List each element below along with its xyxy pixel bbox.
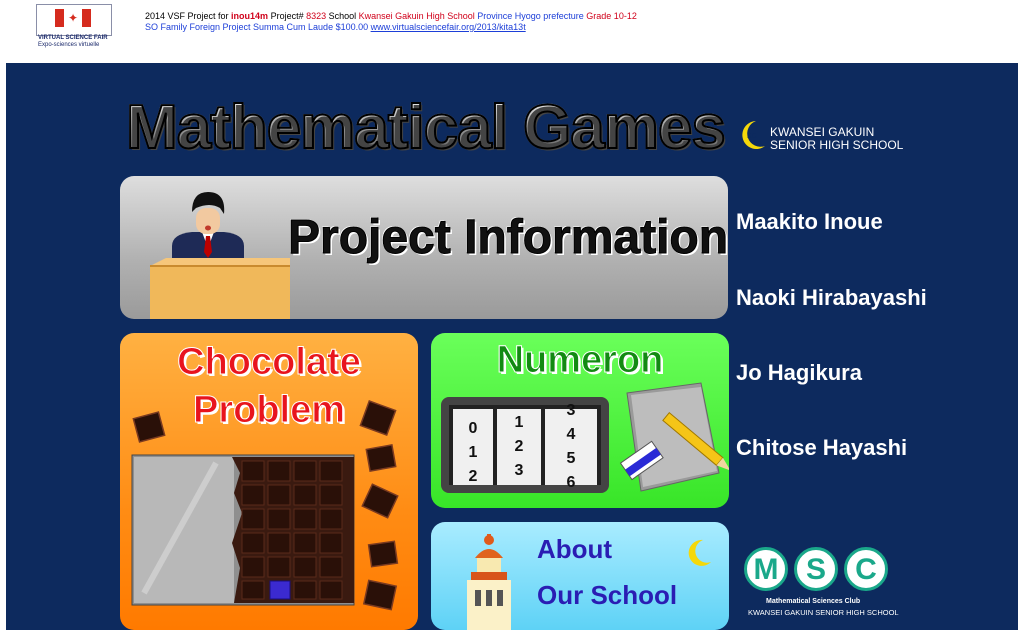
dial1-digit-2: 2 [469,468,478,485]
page-title: Mathematical Games [125,92,727,163]
number-dial-icon: 0 1 2 1 2 3 3 4 5 6 [441,382,729,493]
club-letter-m: M [744,547,788,591]
chocolate-bar-icon [131,400,399,611]
school-name: Kwansei Gakuin High School [358,11,475,21]
presenter-at-podium-icon [150,192,290,319]
header-line-1: 2014 VSF Project for inou14m Project# 83… [145,11,637,21]
about-our-school-button[interactable]: About Our School [431,522,729,630]
top-bar: ✦ VIRTUAL SCIENCE FAIR Expo-sciences vir… [0,0,1024,62]
project-number: 8323 [306,11,327,21]
dial2-digit-0: 1 [515,414,524,431]
numeron-button[interactable]: Numeron 0 1 2 1 2 3 3 4 5 6 [431,333,729,508]
about-title-line1: About [537,534,613,564]
crescent-moon-icon: KG [742,121,765,149]
dial3-digit-3: 6 [567,474,576,491]
logo-line2: Expo-sciences virtuelle [38,42,100,48]
dial3-digit-1: 4 [567,426,576,443]
project-header-info: 2014 VSF Project for inou14m Project# 83… [145,11,637,33]
mathematical-sciences-club-logo[interactable]: M S C Mathematical Sciences Club KWANSEI… [744,547,899,627]
member-name-1: Maakito Inoue [736,209,883,234]
canada-flag-icon: ✦ [55,9,91,27]
dial1-digit-1: 1 [469,444,478,461]
vsf-logo[interactable]: ✦ VIRTUAL SCIENCE FAIR Expo-sciences vir… [36,4,112,48]
category: SO Family Foreign Project [145,22,251,32]
award: Summa Cum Laude $100.00 [250,22,371,32]
project-information-label: Project Information [287,211,728,265]
grade: Grade 10-12 [583,11,637,21]
about-title-line2: Our School [537,580,678,610]
chocolate-problem-button[interactable]: Chocolate Problem [120,333,418,630]
logo-line1: VIRTUAL SCIENCE FAIR [38,35,108,41]
canada-flag-frame: ✦ [36,4,112,36]
main-canvas: Mathematical Games KG KWANSEI GAKUIN SEN… [6,63,1018,630]
dial2-digit-2: 3 [515,462,524,479]
project-information-button[interactable]: Project Information [120,176,728,319]
member-name-2: Naoki Hirabayashi [736,285,927,310]
school-building-icon [467,534,511,630]
province: Province Hyogo prefecture [474,11,584,21]
svg-text:KG: KG [747,133,757,140]
member-name-4: Chitose Hayashi [736,435,908,460]
dial2-digit-1: 2 [515,438,524,455]
username: inou14m [231,11,269,21]
club-name: Mathematical Sciences Club [766,598,861,605]
member-name-3: Jo Hagikura [736,360,862,385]
dial1-digit-0: 0 [469,420,478,437]
project-url-link[interactable]: www.virtualsciencefair.org/2013/kita13t [371,22,526,32]
club-letter-s: S [794,547,838,591]
dial3-digit-2: 5 [567,450,576,467]
crescent-moon-small-icon [688,539,711,566]
club-school-name: KWANSEI GAKUIN SENIOR HIGH SCHOOL [748,608,899,617]
header-line-2: SO Family Foreign Project Summa Cum Laud… [145,22,637,33]
club-letter-c: C [844,547,888,591]
school-name-text: KWANSEI GAKUIN SENIOR HIGH SCHOOL [770,125,904,152]
dial3-digit-0: 3 [567,402,576,419]
chocolate-title-line1: Chocolate [177,341,362,384]
